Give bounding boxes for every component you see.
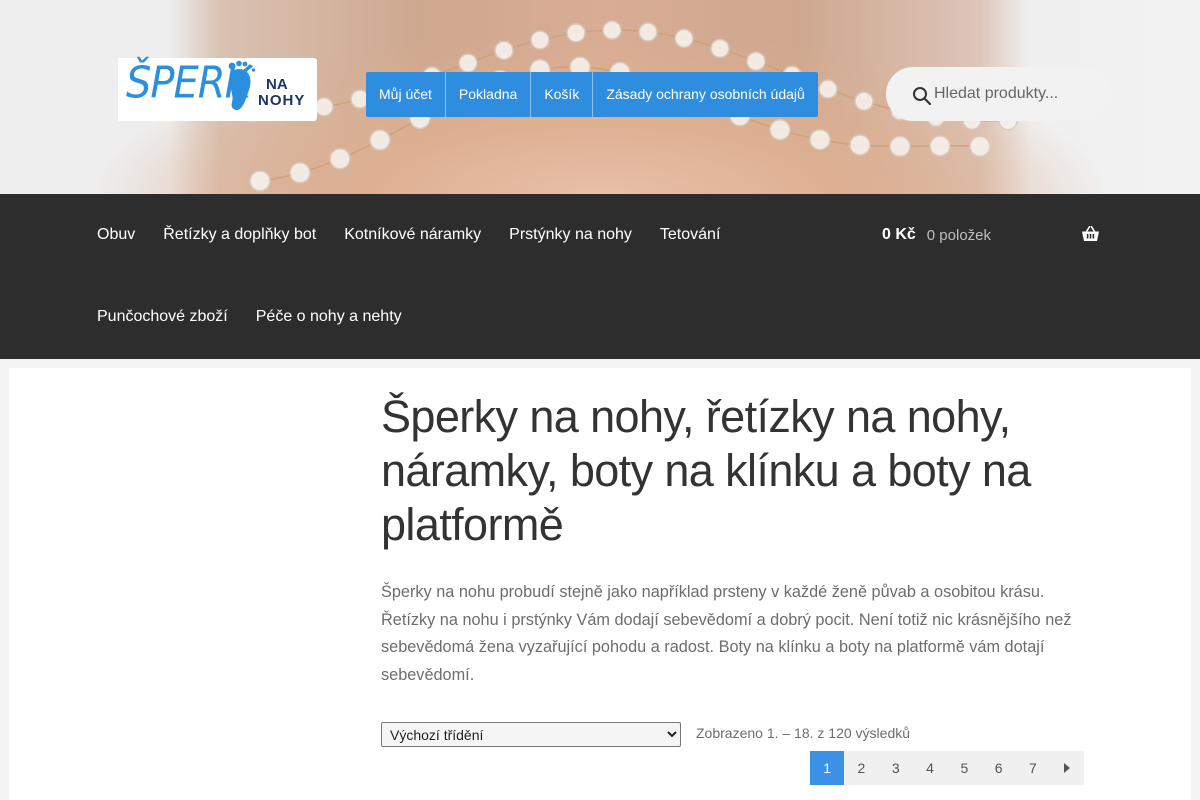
pearl-bead: [638, 22, 658, 42]
page-2[interactable]: 2: [844, 751, 879, 785]
next-page-button[interactable]: [1050, 751, 1085, 785]
primary-navigation: Obuv Řetízky a doplňky bot Kotníkové nár…: [0, 194, 1200, 359]
pearl-bead: [329, 148, 351, 170]
pearl-bead: [314, 97, 334, 117]
main-content: Šperky na nohy, řetízky na nohy, náramky…: [9, 368, 1191, 800]
result-count: Zobrazeno 1. – 18. z 120 výsledků: [696, 725, 911, 741]
pearl-bead: [674, 28, 694, 49]
pearl-bead: [809, 128, 831, 151]
secondary-menu: Můj účet Pokladna Košík Zásady ochrany o…: [366, 72, 818, 117]
nav-item-obuv[interactable]: Obuv: [97, 220, 135, 250]
cart-count: 0 položek: [926, 226, 992, 244]
menu-my-account[interactable]: Můj účet: [366, 72, 446, 117]
site-logo[interactable]: ŠPERK NA NOHY: [118, 58, 317, 121]
pearl-bead: [849, 134, 871, 156]
pearl-bead: [818, 79, 838, 99]
page-7[interactable]: 7: [1015, 751, 1051, 785]
page-title: Šperky na nohy, řetízky na nohy, náramky…: [381, 391, 1031, 550]
pearl-bead: [746, 51, 766, 72]
header-cart[interactable]: 0 Kč 0 položek: [882, 220, 1100, 250]
nav-item-tattoo[interactable]: Tetování: [660, 220, 720, 250]
search-input[interactable]: [934, 81, 1099, 107]
page-6[interactable]: 6: [981, 751, 1016, 785]
logo-small-top: NA: [266, 76, 288, 93]
product-search: [886, 67, 1110, 121]
page-5[interactable]: 5: [947, 751, 982, 785]
page-4[interactable]: 4: [912, 751, 948, 785]
nav-item-hosiery[interactable]: Punčochové zboží: [97, 302, 228, 332]
sort-select[interactable]: Výchozí třídění: [381, 722, 681, 747]
pearl-bead: [969, 135, 991, 158]
pearl-bead: [769, 119, 791, 141]
search-icon[interactable]: [912, 86, 932, 106]
menu-checkout[interactable]: Pokladna: [446, 72, 532, 117]
pearl-bead: [249, 170, 271, 192]
basket-icon: [1082, 226, 1099, 241]
nav-item-anklets[interactable]: Kotníkové náramky: [344, 220, 481, 250]
nav-item-chains[interactable]: Řetízky a doplňky bot: [163, 220, 316, 250]
header-hero: ŠPERK NA NOHY Můj účet Pokladna Košík Zá…: [0, 0, 1200, 194]
pearl-bead: [530, 30, 550, 50]
pearl-bead: [289, 162, 311, 184]
pearl-bead: [494, 40, 514, 61]
triangle-right-icon: [1064, 763, 1071, 773]
page-3[interactable]: 3: [878, 751, 913, 785]
menu-cart[interactable]: Košík: [531, 72, 594, 117]
pearl-bead: [602, 20, 622, 40]
category-description: Šperky na nohu probudí stejně jako napří…: [381, 583, 1072, 685]
pearl-bead: [854, 91, 874, 112]
foot-icon: [228, 60, 256, 111]
pearl-bead: [458, 53, 478, 73]
nav-row-2: Punčochové zboží Péče o nohy a nehty: [97, 302, 402, 332]
pearl-bead: [369, 129, 391, 151]
pearl-bead: [566, 23, 586, 43]
pearl-bead: [889, 135, 911, 158]
menu-privacy-policy[interactable]: Zásady ochrany osobních údajů: [593, 72, 817, 117]
pearl-bead: [710, 38, 730, 59]
pearl-bead: [929, 135, 951, 157]
pagination: 1 2 3 4 5 6 7: [810, 751, 1085, 785]
logo-small-bottom: NOHY: [258, 92, 306, 109]
nav-row-1: Obuv Řetízky a doplňky bot Kotníkové nár…: [97, 220, 720, 250]
cart-amount: 0 Kč: [882, 226, 916, 243]
nav-item-foot-care[interactable]: Péče o nohy a nehty: [256, 302, 402, 332]
nav-item-toe-rings[interactable]: Prstýnky na nohy: [509, 220, 632, 250]
page-1[interactable]: 1: [810, 751, 845, 785]
